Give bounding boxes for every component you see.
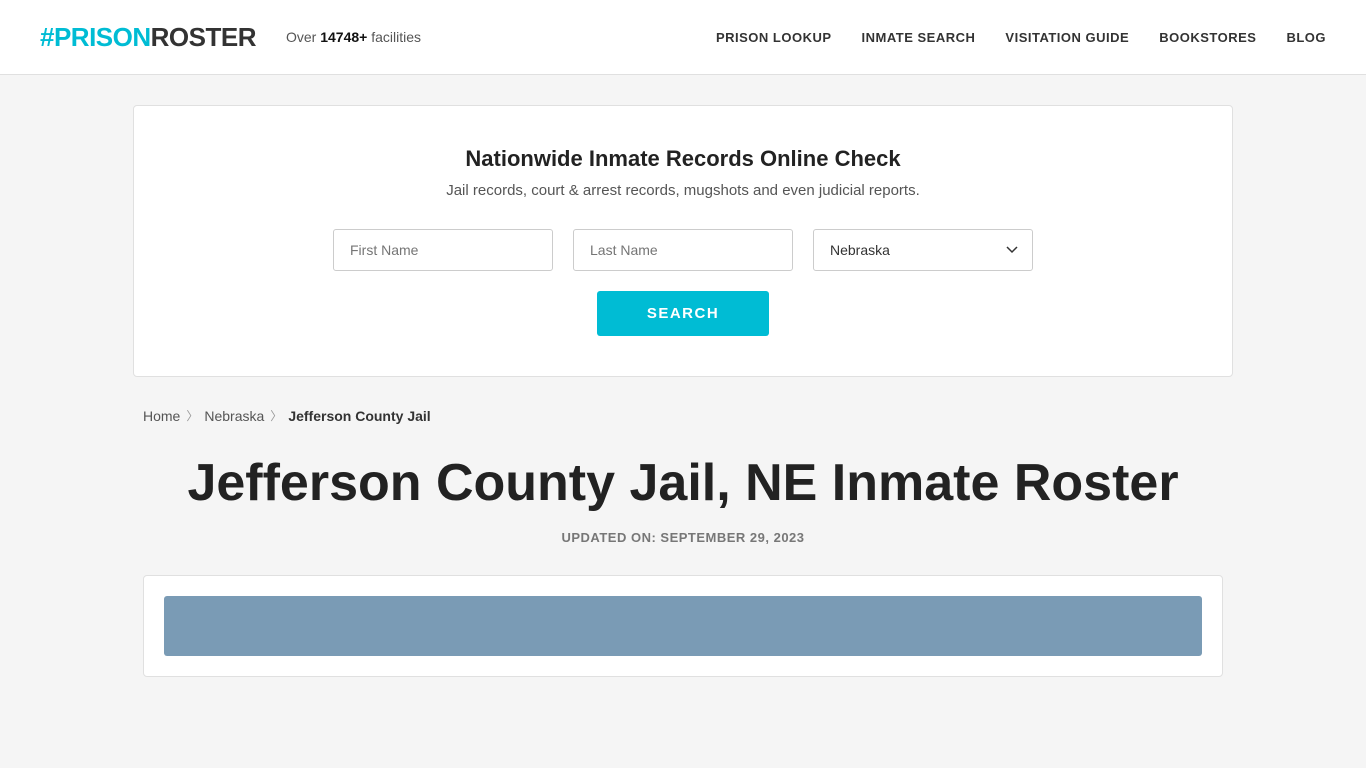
nav-prison-lookup[interactable]: PRISON LOOKUP — [716, 30, 832, 45]
facilities-prefix: Over — [286, 29, 320, 45]
logo-prison: PRISON — [54, 22, 151, 52]
nav-inmate-search[interactable]: INMATE SEARCH — [862, 30, 976, 45]
facilities-suffix: facilities — [367, 29, 421, 45]
logo-link[interactable]: #PRISONROSTER — [40, 22, 256, 53]
search-button[interactable]: SEARCH — [597, 291, 769, 336]
page-title: Jefferson County Jail, NE Inmate Roster — [143, 454, 1223, 514]
search-form: Nebraska — [194, 229, 1172, 271]
search-section-subtitle: Jail records, court & arrest records, mu… — [194, 182, 1172, 199]
first-name-input[interactable] — [333, 229, 553, 271]
logo-area: #PRISONROSTER Over 14748+ facilities — [40, 22, 421, 53]
state-select[interactable]: Nebraska — [813, 229, 1033, 271]
breadcrumb-home[interactable]: Home — [143, 408, 180, 424]
breadcrumb: Home 〉 Nebraska 〉 Jefferson County Jail — [133, 407, 1233, 424]
facilities-text: Over 14748+ facilities — [286, 29, 421, 45]
logo-hash: # — [40, 22, 54, 52]
logo-roster: ROSTER — [151, 22, 256, 52]
site-header: #PRISONROSTER Over 14748+ facilities PRI… — [0, 0, 1366, 75]
content-card-inner — [164, 596, 1202, 656]
chevron-icon-2: 〉 — [270, 407, 282, 424]
last-name-input[interactable] — [573, 229, 793, 271]
content-card — [143, 575, 1223, 677]
main-nav: PRISON LOOKUP INMATE SEARCH VISITATION G… — [716, 30, 1326, 45]
nav-blog[interactable]: BLOG — [1286, 30, 1326, 45]
chevron-icon: 〉 — [186, 407, 198, 424]
nav-bookstores[interactable]: BOOKSTORES — [1159, 30, 1256, 45]
updated-on: UPDATED ON: SEPTEMBER 29, 2023 — [143, 530, 1223, 545]
search-form-row2: SEARCH — [194, 291, 1172, 336]
breadcrumb-state[interactable]: Nebraska — [204, 408, 264, 424]
main-content: Jefferson County Jail, NE Inmate Roster … — [133, 454, 1233, 677]
facilities-count: 14748+ — [320, 29, 367, 45]
search-section: Nationwide Inmate Records Online Check J… — [133, 105, 1233, 377]
nav-visitation-guide[interactable]: VISITATION GUIDE — [1005, 30, 1129, 45]
breadcrumb-current: Jefferson County Jail — [288, 408, 430, 424]
search-section-title: Nationwide Inmate Records Online Check — [194, 146, 1172, 172]
